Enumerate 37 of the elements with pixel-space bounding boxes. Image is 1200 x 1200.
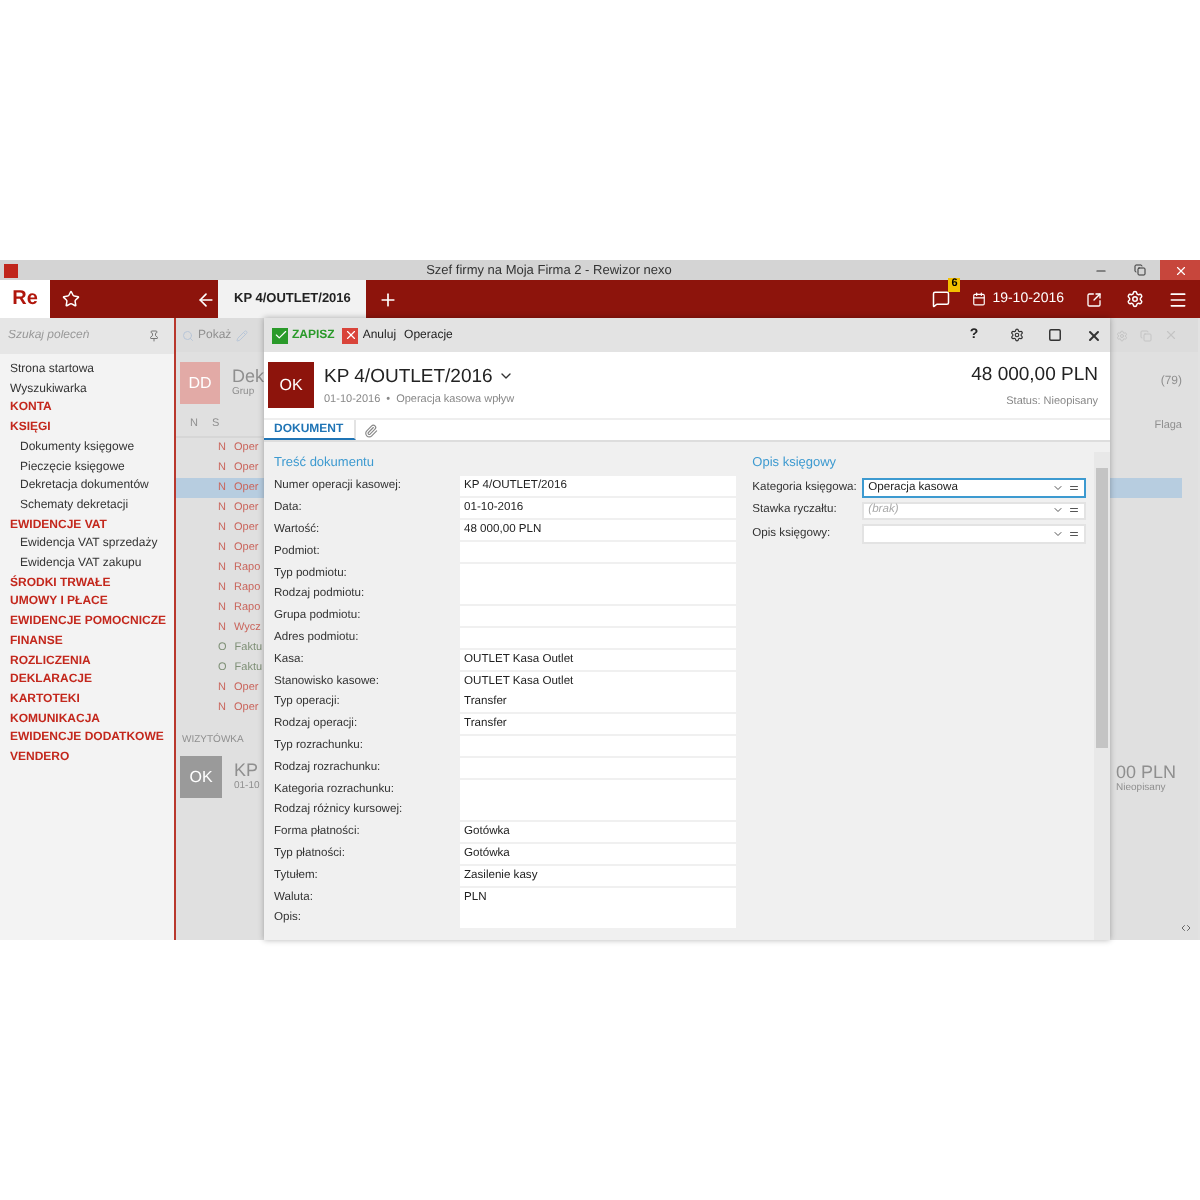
- check-icon: [272, 327, 288, 343]
- list-icon: [1068, 504, 1081, 517]
- back-icon[interactable]: [196, 289, 216, 309]
- search-icon: [182, 329, 194, 341]
- close-icon: [1164, 328, 1178, 342]
- list-title: Dek: [231, 366, 264, 386]
- paperclip-icon[interactable]: [363, 423, 378, 437]
- document-badge: DD: [180, 361, 220, 403]
- app-icon: [4, 263, 18, 277]
- close-icon[interactable]: [1086, 327, 1102, 343]
- card-title: KP: [234, 760, 260, 780]
- app-logo[interactable]: Re: [0, 280, 50, 318]
- add-icon[interactable]: [378, 289, 399, 309]
- pencil-icon: [235, 329, 248, 341]
- document-number: KP 4/OUTLET/2016: [324, 365, 493, 387]
- pin-icon[interactable]: [148, 330, 160, 342]
- maximize-icon[interactable]: [1048, 328, 1062, 342]
- cross-icon: [342, 327, 359, 343]
- list-icon: [1068, 527, 1081, 540]
- chat-icon[interactable]: [932, 290, 951, 308]
- export-icon[interactable]: [1086, 291, 1102, 307]
- dropdown-field[interactable]: [862, 524, 1087, 543]
- list-icon: [1068, 481, 1081, 494]
- card-amount: 00 PLN: [1114, 762, 1177, 782]
- scrollbar[interactable]: [1094, 452, 1110, 940]
- close-button[interactable]: [1160, 260, 1200, 280]
- chevron-icon[interactable]: [498, 368, 515, 384]
- star-icon[interactable]: [61, 290, 79, 308]
- document-amount: 48 000,00 PLN: [971, 363, 1098, 385]
- calendar-icon: [972, 292, 987, 306]
- settings-icon: [1116, 329, 1128, 341]
- settings-icon[interactable]: [1010, 328, 1024, 342]
- document-badge: OK: [268, 362, 314, 408]
- menu-icon[interactable]: [1168, 289, 1188, 309]
- close-icon: [1173, 263, 1187, 277]
- restore-icon: [1134, 264, 1146, 276]
- document-badge: OK: [180, 755, 222, 797]
